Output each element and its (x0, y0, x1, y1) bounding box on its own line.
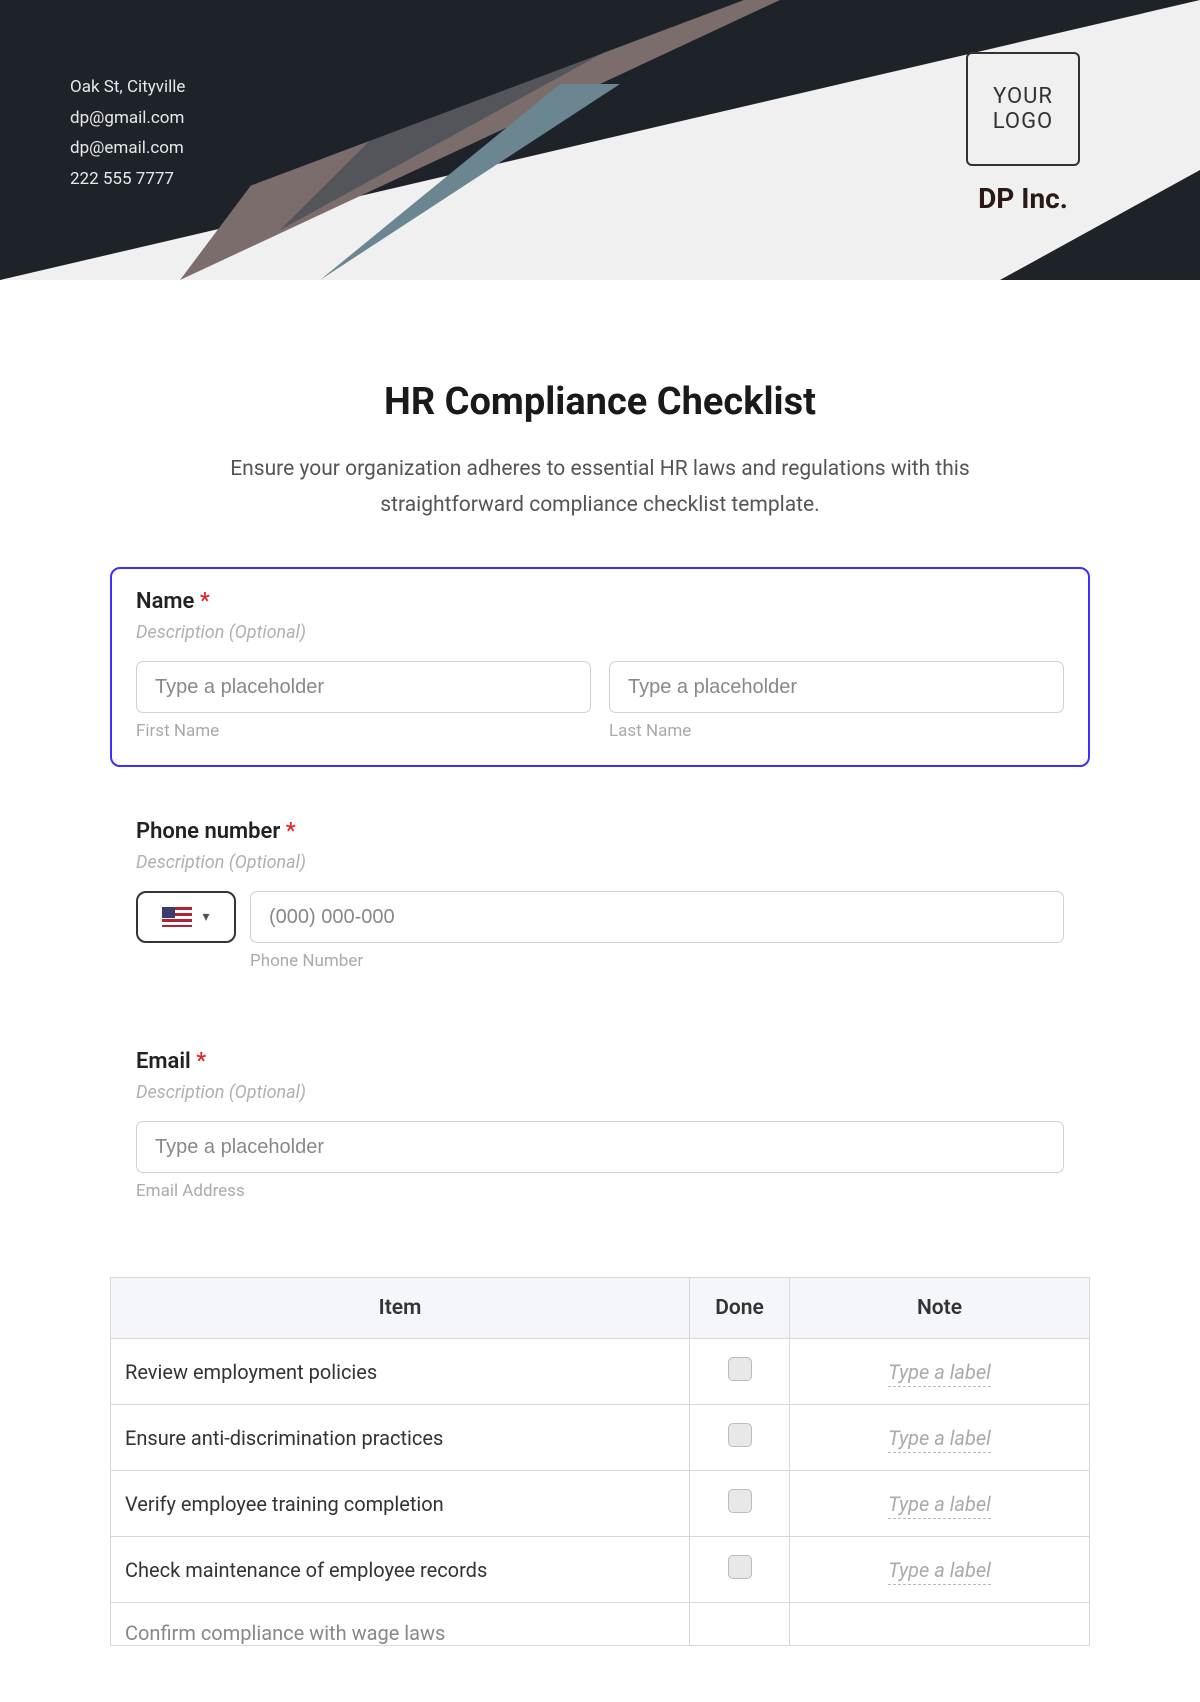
phone-sublabel: Phone Number (250, 951, 1064, 971)
checklist-table: Item Done Note Review employment policie… (110, 1277, 1090, 1646)
col-note: Note (790, 1278, 1090, 1339)
company-name: DP Inc. (966, 182, 1080, 215)
page-subtitle: Ensure your organization adheres to esse… (170, 452, 1030, 523)
phone-label-text: Phone number (136, 819, 280, 844)
contact-block: Oak St, Cityville dp@gmail.com dp@email.… (70, 72, 185, 194)
done-cell (690, 1405, 790, 1471)
required-asterisk: * (196, 1049, 206, 1074)
last-name-input[interactable] (609, 661, 1064, 713)
checkbox[interactable] (728, 1555, 752, 1579)
form-body: HR Compliance Checklist Ensure your orga… (0, 280, 1200, 1646)
email-description: Description (Optional) (136, 1082, 1064, 1103)
logo-block: YOUR LOGO DP Inc. (966, 52, 1080, 215)
done-cell (690, 1537, 790, 1603)
note-placeholder: Type a label (888, 1360, 991, 1387)
us-flag-icon (162, 907, 192, 927)
item-cell: Confirm compliance with wage laws (111, 1603, 690, 1646)
table-row-cutoff: Confirm compliance with wage laws (111, 1603, 1090, 1646)
document-header: Oak St, Cityville dp@gmail.com dp@email.… (0, 0, 1200, 280)
contact-email-1: dp@gmail.com (70, 103, 185, 134)
page-title: HR Compliance Checklist (110, 380, 1090, 424)
phone-label: Phone number * (136, 819, 1064, 844)
checkbox[interactable] (728, 1423, 752, 1447)
contact-address: Oak St, Cityville (70, 72, 185, 103)
first-name-input[interactable] (136, 661, 591, 713)
checkbox[interactable] (728, 1357, 752, 1381)
logo-text-2: LOGO (993, 109, 1053, 134)
done-cell (690, 1339, 790, 1405)
table-row: Ensure anti-discrimination practices Type… (111, 1405, 1090, 1471)
note-cell[interactable]: Type a label (790, 1339, 1090, 1405)
logo-text-1: YOUR (993, 84, 1053, 109)
phone-description: Description (Optional) (136, 852, 1064, 873)
required-asterisk: * (200, 589, 210, 614)
email-field-group[interactable]: Email * Description (Optional) Email Add… (110, 1027, 1090, 1227)
name-label-text: Name (136, 589, 194, 614)
table-row: Verify employee training completion Type … (111, 1471, 1090, 1537)
item-cell: Ensure anti-discrimination practices (111, 1405, 690, 1471)
done-cell (690, 1471, 790, 1537)
contact-phone: 222 555 7777 (70, 164, 185, 195)
checkbox[interactable] (728, 1489, 752, 1513)
note-placeholder: Type a label (888, 1558, 991, 1585)
chevron-down-icon: ▾ (202, 909, 209, 925)
item-cell: Review employment policies (111, 1339, 690, 1405)
item-cell: Check maintenance of employee records (111, 1537, 690, 1603)
note-cell[interactable]: Type a label (790, 1537, 1090, 1603)
required-asterisk: * (286, 819, 296, 844)
col-done: Done (690, 1278, 790, 1339)
email-sublabel: Email Address (136, 1181, 1064, 1201)
col-item: Item (111, 1278, 690, 1339)
email-label: Email * (136, 1049, 1064, 1074)
email-label-text: Email (136, 1049, 191, 1074)
phone-number-input[interactable] (250, 891, 1064, 943)
name-field-group[interactable]: Name * Description (Optional) First Name… (110, 567, 1090, 767)
note-cell[interactable]: Type a label (790, 1405, 1090, 1471)
note-placeholder: Type a label (888, 1426, 991, 1453)
note-cell[interactable]: Type a label (790, 1471, 1090, 1537)
note-placeholder: Type a label (888, 1492, 991, 1519)
phone-field-group[interactable]: Phone number * Description (Optional) ▾ … (110, 797, 1090, 997)
email-input[interactable] (136, 1121, 1064, 1173)
item-cell: Verify employee training completion (111, 1471, 690, 1537)
logo-placeholder: YOUR LOGO (966, 52, 1080, 166)
name-description: Description (Optional) (136, 622, 1064, 643)
first-name-sublabel: First Name (136, 721, 591, 741)
country-code-select[interactable]: ▾ (136, 891, 236, 943)
table-row: Check maintenance of employee records Typ… (111, 1537, 1090, 1603)
last-name-sublabel: Last Name (609, 721, 1064, 741)
name-label: Name * (136, 589, 1064, 614)
table-row: Review employment policies Type a label (111, 1339, 1090, 1405)
contact-email-2: dp@email.com (70, 133, 185, 164)
